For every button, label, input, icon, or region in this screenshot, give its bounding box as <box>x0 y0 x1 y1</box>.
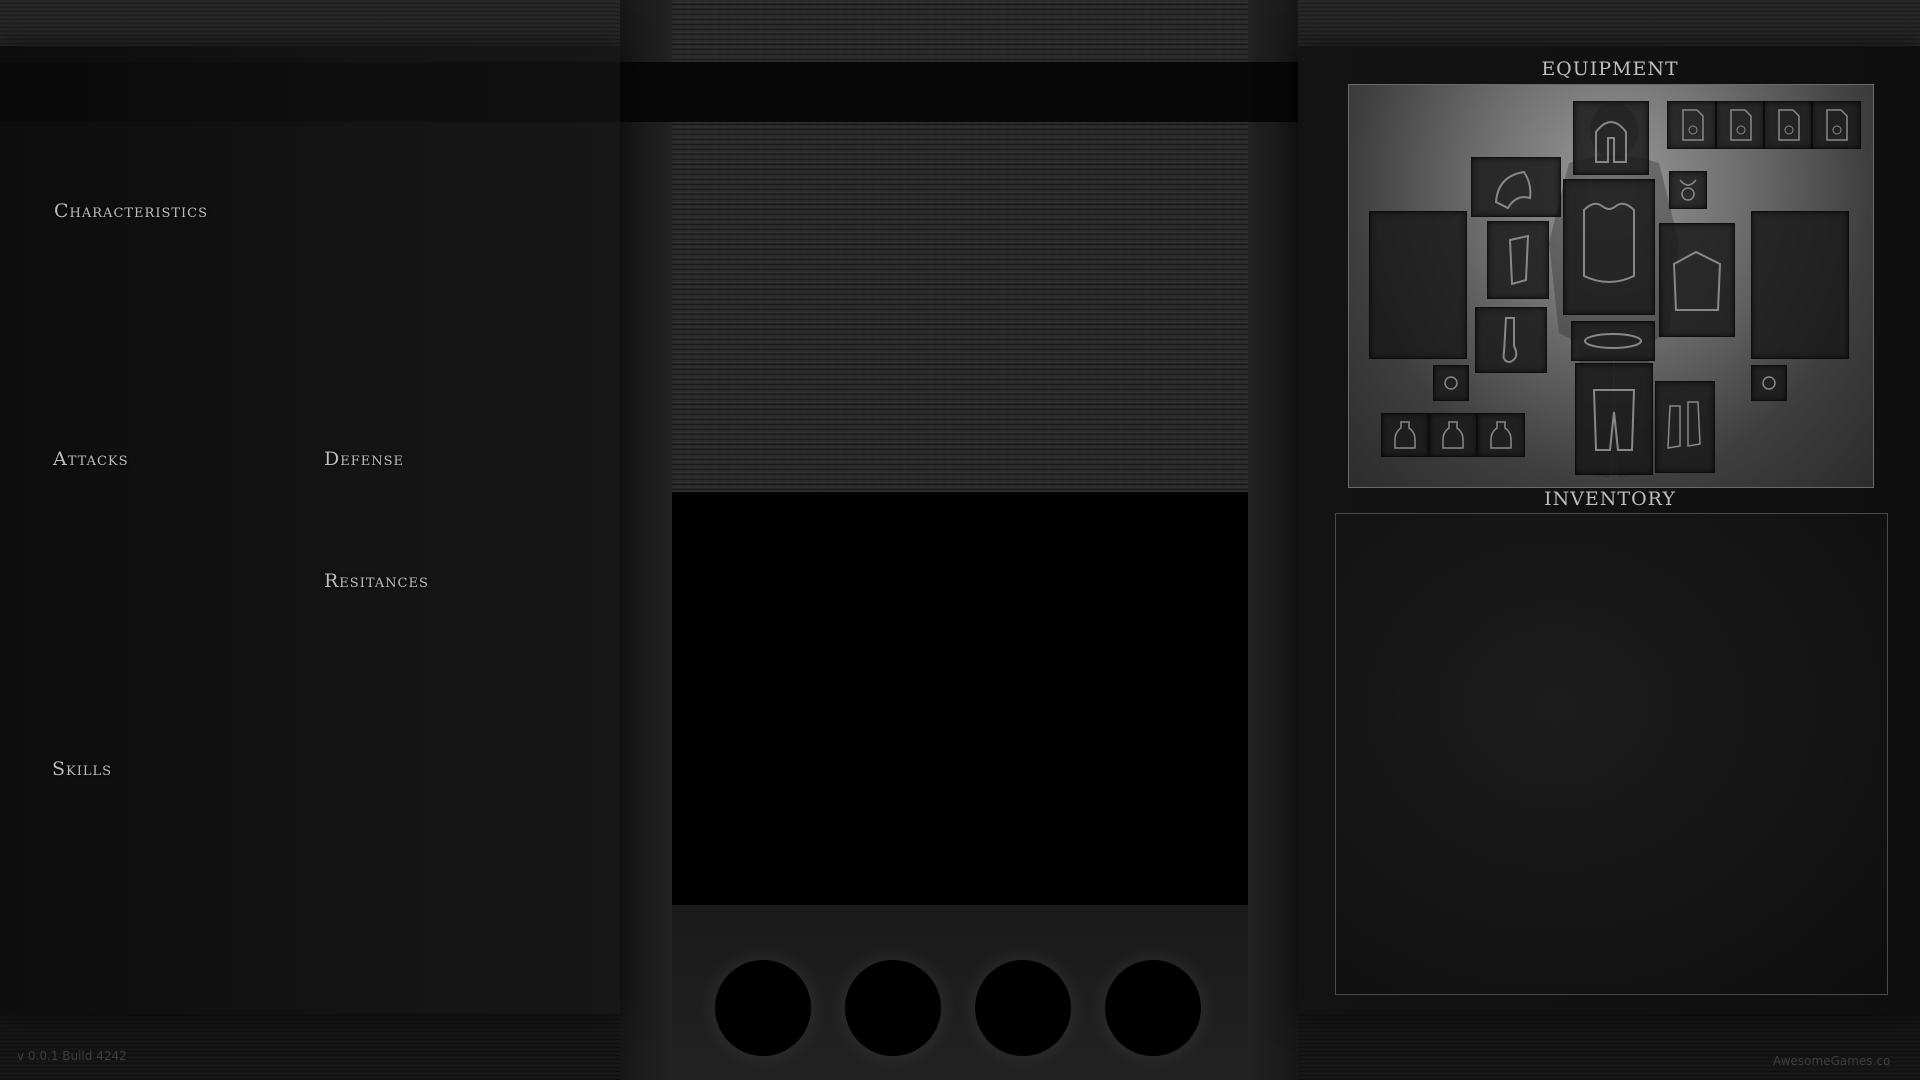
belt-slot[interactable] <box>1571 321 1655 361</box>
bracer-icon <box>1508 234 1530 286</box>
equipment-title: EQUIPMENT <box>1541 58 1679 80</box>
potion-icon <box>1490 421 1512 449</box>
belt-icon <box>1584 333 1642 349</box>
character-portrait-window <box>672 492 1248 905</box>
ring-icon <box>1762 376 1776 390</box>
defense-heading: Defense <box>324 448 405 470</box>
scroll-slot-2[interactable] <box>1715 101 1765 149</box>
bracer-slot[interactable] <box>1487 221 1549 299</box>
chest-armor-icon <box>1583 202 1635 283</box>
inventory-grid[interactable] <box>1335 513 1888 995</box>
potion-slot-3[interactable] <box>1477 413 1525 457</box>
studio-label: AwesomeGames.co <box>1773 1054 1891 1068</box>
ring-slot-left[interactable] <box>1433 365 1469 401</box>
scroll-slot-1[interactable] <box>1667 101 1717 149</box>
version-label: v 0.0.1 Build 4242 <box>17 1049 127 1063</box>
leggings-slot[interactable] <box>1575 363 1653 475</box>
center-divider-right <box>1248 0 1298 1080</box>
scroll-slot-3[interactable] <box>1763 101 1813 149</box>
characteristics-heading: Characteristics <box>54 200 209 222</box>
scroll-icon <box>1682 109 1704 141</box>
boots-icon <box>1667 401 1701 449</box>
inventory-title: INVENTORY <box>1544 488 1676 510</box>
amulet-icon <box>1679 179 1697 201</box>
potion-slot-2[interactable] <box>1429 413 1477 457</box>
helmet-icon <box>1595 121 1627 163</box>
quick-slot-1[interactable] <box>715 960 811 1056</box>
equipment-paperdoll <box>1348 84 1874 488</box>
potion-slot-1[interactable] <box>1381 413 1429 457</box>
character-stats-panel: Characteristics Attacks Defense Resitanc… <box>0 46 620 1014</box>
scroll-icon <box>1778 109 1800 141</box>
boots-slot[interactable] <box>1655 381 1715 473</box>
top-bar <box>620 62 1298 122</box>
chest-armor-slot[interactable] <box>1563 179 1655 315</box>
scroll-slot-4[interactable] <box>1811 101 1861 149</box>
scroll-icon <box>1826 109 1848 141</box>
cape-icon <box>1672 250 1722 311</box>
skills-heading: Skills <box>52 758 113 780</box>
quick-slot-2[interactable] <box>845 960 941 1056</box>
shoulder-icon <box>1494 170 1532 210</box>
glove-slot[interactable] <box>1475 307 1547 373</box>
amulet-slot[interactable] <box>1669 171 1707 209</box>
quick-slot-3[interactable] <box>975 960 1071 1056</box>
shoulder-slot[interactable] <box>1471 157 1561 217</box>
helmet-slot[interactable] <box>1573 101 1649 175</box>
ring-icon <box>1444 376 1458 390</box>
glove-icon <box>1502 317 1518 364</box>
potion-icon <box>1442 421 1464 449</box>
cape-slot[interactable] <box>1659 223 1735 337</box>
top-bar-overlay <box>0 62 620 122</box>
potion-icon <box>1394 421 1416 449</box>
leggings-icon <box>1592 389 1636 451</box>
center-divider-left <box>620 0 672 1080</box>
main-hand-slot[interactable] <box>1369 211 1467 359</box>
character-screen: Characteristics Attacks Defense Resitanc… <box>0 0 1920 1080</box>
off-hand-slot[interactable] <box>1751 211 1849 359</box>
scroll-icon <box>1730 109 1752 141</box>
resistances-heading: Resitances <box>324 570 429 592</box>
quick-slot-4[interactable] <box>1105 960 1201 1056</box>
ring-slot-right[interactable] <box>1751 365 1787 401</box>
attacks-heading: Attacks <box>53 448 129 470</box>
